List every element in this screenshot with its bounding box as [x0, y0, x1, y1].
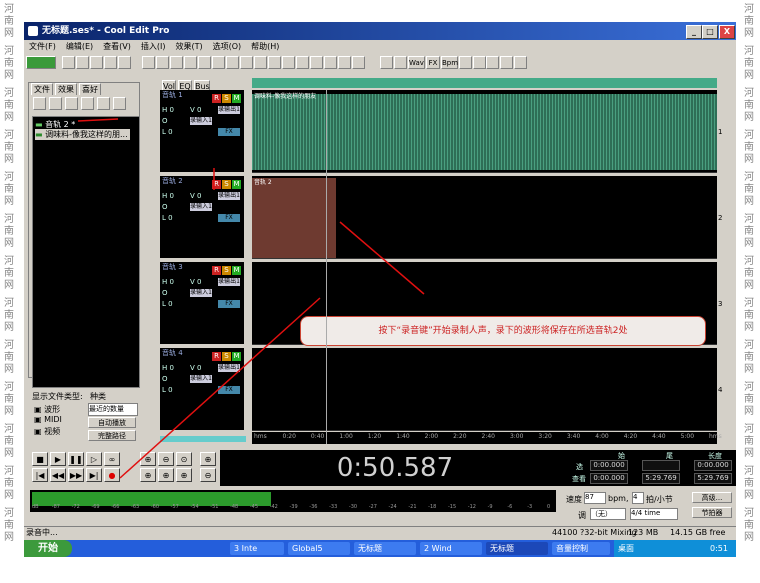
task-item[interactable]: Global5 — [288, 542, 350, 555]
desktop-label[interactable]: 桌面 — [618, 540, 634, 557]
task-item[interactable]: 2 Wind — [420, 542, 482, 555]
clock: 0:51 — [710, 544, 728, 553]
taskbar: 开始 3 Inte Global5 无标题 2 Wind 无标题 音量控制 桌面… — [24, 540, 736, 557]
task-item[interactable]: 3 Inte — [230, 542, 284, 555]
start-button[interactable]: 开始 — [24, 540, 72, 557]
arrow-to-track2-wave — [339, 221, 425, 295]
system-tray: 桌面 0:51 — [614, 540, 736, 557]
annotation-arrows — [77, 118, 425, 479]
task-item[interactable]: 无标题 — [354, 542, 416, 555]
arrow-to-record-button — [119, 297, 321, 479]
arrow-to-track2-file — [77, 118, 119, 122]
task-item[interactable]: 音量控制 — [552, 542, 610, 555]
task-item[interactable]: 无标题 — [486, 542, 548, 555]
